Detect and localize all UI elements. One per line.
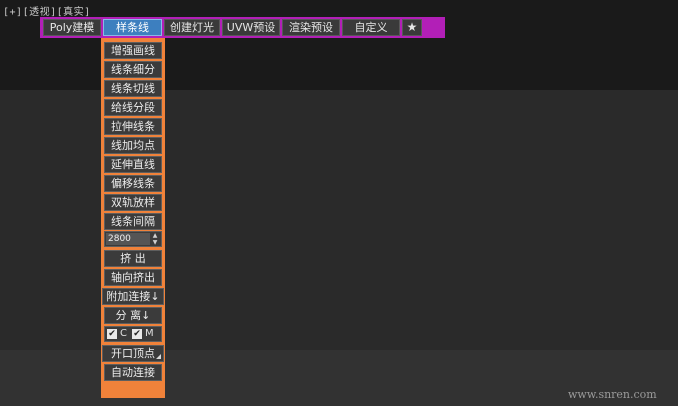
- spinner-arrows-icon[interactable]: ▲ ▼: [151, 232, 159, 246]
- tab-uvw-presets[interactable]: UVW预设: [222, 19, 280, 36]
- check-m-checkbox[interactable]: ✔: [131, 329, 142, 339]
- extrude-button[interactable]: 挤 出: [104, 250, 162, 267]
- tab-render-presets[interactable]: 渲染预设: [282, 19, 340, 36]
- spacing-spinner-value[interactable]: 2800: [106, 233, 150, 245]
- cm-checkbox-row: ✔ C ✔ M: [104, 326, 162, 342]
- sweep-two-rails-button[interactable]: 双轨放样: [104, 194, 162, 211]
- spline-dropdown-panel: 增强画线 线条细分 线条切线 给线分段 拉伸线条 线加均点 延伸直线 偏移线条 …: [101, 38, 165, 398]
- favorite-star-icon[interactable]: ★: [402, 19, 422, 36]
- stretch-lines-button[interactable]: 拉伸线条: [104, 118, 162, 135]
- enhanced-draw-line-button[interactable]: 增强画线: [104, 42, 162, 59]
- viewport-label: [+][透视][真实]: [3, 3, 91, 18]
- auto-connect-button[interactable]: 自动连接: [104, 364, 162, 381]
- open-vertex-button[interactable]: 开口顶点: [102, 345, 164, 362]
- attach-connect-button[interactable]: 附加连接↓: [102, 288, 164, 305]
- open-vertex-label: 开口顶点: [111, 347, 155, 360]
- toolbar: Poly建模 样条线 创建灯光 UVW预设 渲染预设 自定义 ★: [40, 17, 445, 38]
- segment-line-button[interactable]: 给线分段: [104, 99, 162, 116]
- axis-extrude-button[interactable]: 轴向挤出: [104, 269, 162, 286]
- check-c-checkbox[interactable]: ✔: [107, 329, 117, 339]
- tab-create-lights[interactable]: 创建灯光: [164, 19, 220, 36]
- line-tangent-button[interactable]: 线条切线: [104, 80, 162, 97]
- line-subdivide-button[interactable]: 线条细分: [104, 61, 162, 78]
- check-m-label: M: [144, 328, 154, 339]
- spacing-spinner[interactable]: 2800 ▲ ▼: [104, 231, 162, 247]
- extend-straight-button[interactable]: 延伸直线: [104, 156, 162, 173]
- tab-poly-modeling[interactable]: Poly建模: [43, 19, 101, 36]
- offset-lines-button[interactable]: 偏移线条: [104, 175, 162, 192]
- add-even-points-button[interactable]: 线加均点: [104, 137, 162, 154]
- tab-custom[interactable]: 自定义: [342, 19, 400, 36]
- line-spacing-button[interactable]: 线条间隔: [104, 213, 162, 230]
- detach-button[interactable]: 分 离↓: [104, 307, 162, 324]
- flyout-triangle-icon: [156, 354, 161, 359]
- check-c-label: C: [120, 328, 127, 339]
- tab-spline[interactable]: 样条线: [103, 19, 162, 36]
- viewport-plus-menu[interactable]: [+]: [3, 7, 23, 18]
- watermark: www.snren.com: [568, 388, 657, 401]
